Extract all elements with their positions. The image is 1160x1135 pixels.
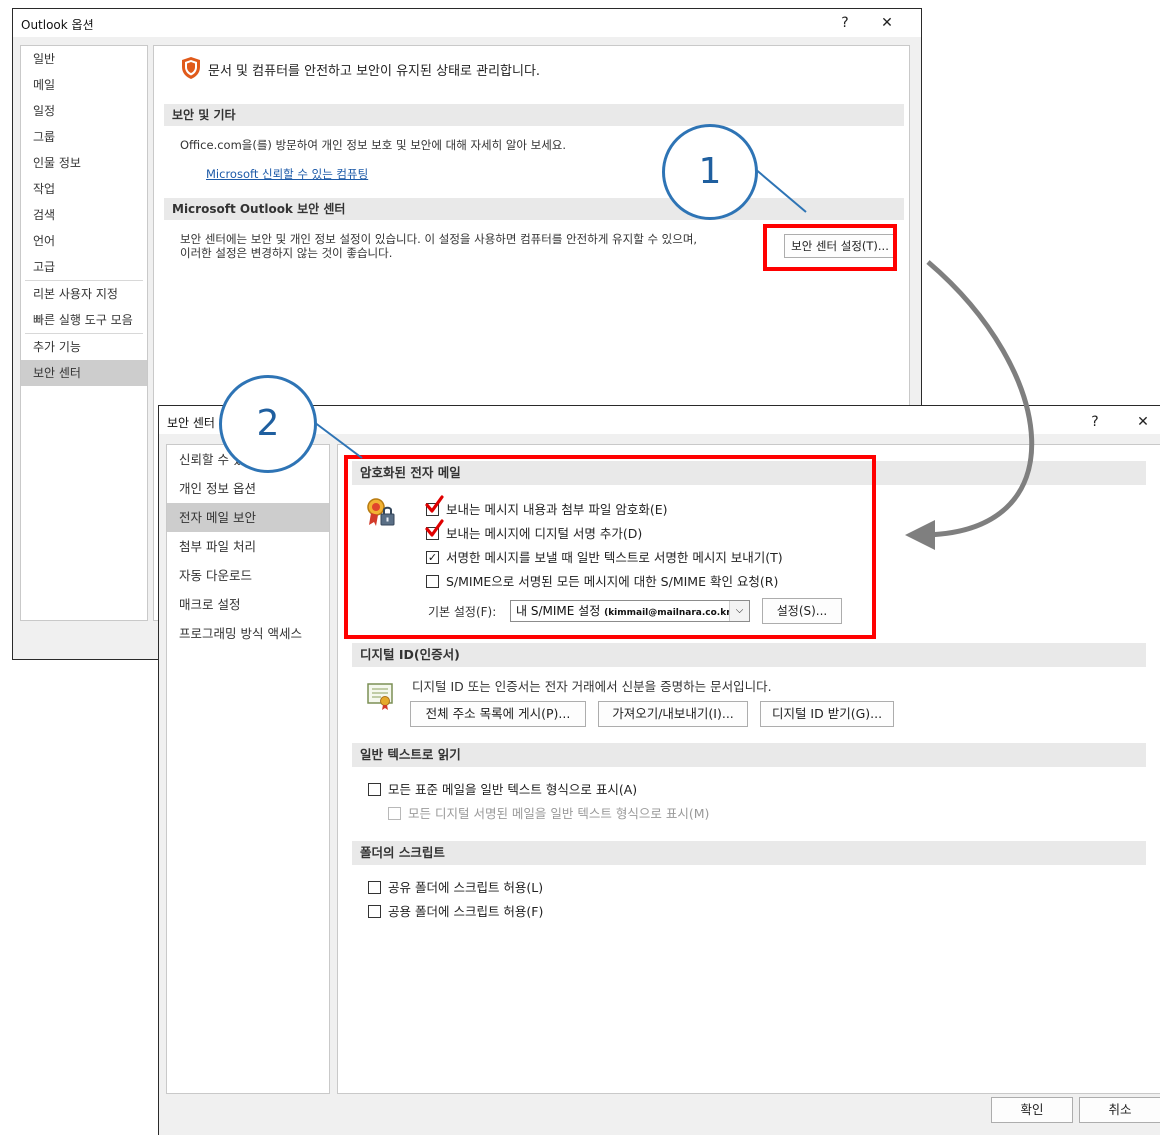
certificate-icon	[367, 683, 393, 710]
shared-folder-script-checkbox[interactable]	[368, 881, 381, 894]
nav-item-email-security[interactable]: 전자 메일 보안	[167, 503, 329, 532]
office-info-text: Office.com을(를) 방문하여 개인 정보 보호 및 보안에 대해 자세…	[180, 138, 567, 152]
nav-item-automatic-download[interactable]: 자동 다운로드	[167, 561, 329, 590]
title-bar: Outlook 옵션 ? ✕	[13, 9, 921, 37]
window-title: 보안 센터	[167, 416, 215, 430]
options-sidebar: 일반 메일 일정 그룹 인물 정보 작업 검색 언어 고급 리본 사용자 지정 …	[20, 45, 148, 621]
shield-icon	[182, 57, 200, 79]
close-button[interactable]: ✕	[1129, 412, 1157, 432]
help-button[interactable]: ?	[1081, 412, 1109, 432]
nav-item-add-ins[interactable]: 추가 기능	[21, 334, 147, 360]
nav-item-groups[interactable]: 그룹	[21, 124, 147, 150]
page-headline: 문서 및 컴퓨터를 안전하고 보안이 유지된 상태로 관리합니다.	[182, 57, 541, 79]
nav-item-calendar[interactable]: 일정	[21, 98, 147, 124]
highlight-box-encrypted-email	[344, 455, 876, 639]
nav-item-search[interactable]: 검색	[21, 202, 147, 228]
nav-item-mail[interactable]: 메일	[21, 72, 147, 98]
trust-center-desc-line1: 보안 센터에는 보안 및 개인 정보 설정이 있습니다. 이 설정을 사용하면 …	[180, 232, 698, 246]
shared-folder-script-label: 공유 폴더에 스크립트 허용(L)	[388, 880, 544, 895]
callout-2: 2	[219, 375, 317, 473]
read-plain-text-checkbox[interactable]	[368, 783, 381, 796]
section-header-security: 보안 및 기타	[164, 104, 904, 126]
read-signed-plain-text-checkbox	[388, 807, 401, 820]
import-export-button[interactable]: 가져오기/내보내기(I)...	[598, 701, 748, 727]
trustworthy-computing-link[interactable]: Microsoft 신뢰할 수 있는 컴퓨팅	[206, 166, 368, 182]
read-plain-text-label: 모든 표준 메일을 일반 텍스트 형식으로 표시(A)	[388, 782, 638, 797]
nav-item-people[interactable]: 인물 정보	[21, 150, 147, 176]
nav-item-macro-settings[interactable]: 매크로 설정	[167, 590, 329, 619]
nav-item-language[interactable]: 언어	[21, 228, 147, 254]
callout-1: 1	[662, 124, 758, 220]
digital-id-desc: 디지털 ID 또는 인증서는 전자 거래에서 신분을 증명하는 문서입니다.	[412, 679, 772, 694]
nav-item-programmatic-access[interactable]: 프로그래밍 방식 액세스	[167, 619, 329, 648]
help-button[interactable]: ?	[831, 13, 859, 33]
nav-item-trust-center[interactable]: 보안 센터	[21, 360, 147, 386]
section-header-plain-text: 일반 텍스트로 읽기	[352, 743, 1146, 767]
trust-center-desc-line2: 이러한 설정은 변경하지 않는 것이 좋습니다.	[180, 246, 393, 260]
public-folder-script-checkbox[interactable]	[368, 905, 381, 918]
nav-item-privacy-options[interactable]: 개인 정보 옵션	[167, 474, 329, 503]
nav-item-general[interactable]: 일반	[21, 46, 147, 72]
read-signed-plain-text-label: 모든 디지털 서명된 메일을 일반 텍스트 형식으로 표시(M)	[408, 806, 710, 821]
nav-item-customize-ribbon[interactable]: 리본 사용자 지정	[21, 281, 147, 307]
ok-button[interactable]: 확인	[991, 1097, 1073, 1123]
trust-center-sidebar: 신뢰할 수 있는 게시자 개인 정보 옵션 전자 메일 보안 첨부 파일 처리 …	[166, 444, 330, 1094]
headline-text: 문서 및 컴퓨터를 안전하고 보안이 유지된 상태로 관리합니다.	[208, 64, 541, 79]
nav-item-tasks[interactable]: 작업	[21, 176, 147, 202]
section-header-trust-center: Microsoft Outlook 보안 센터	[164, 198, 904, 220]
section-header-folder-scripts: 폴더의 스크립트	[352, 841, 1146, 865]
nav-item-advanced[interactable]: 고급	[21, 254, 147, 280]
highlight-box-settings-button	[763, 224, 897, 271]
public-folder-script-label: 공용 폴더에 스크립트 허용(F)	[388, 904, 544, 919]
section-header-digital-id: 디지털 ID(인증서)	[352, 643, 1146, 667]
close-button[interactable]: ✕	[873, 13, 901, 33]
publish-to-gal-button[interactable]: 전체 주소 목록에 게시(P)...	[410, 701, 586, 727]
window-title: Outlook 옵션	[21, 18, 94, 32]
nav-item-quick-access-toolbar[interactable]: 빠른 실행 도구 모음	[21, 307, 147, 333]
nav-item-attachment-handling[interactable]: 첨부 파일 처리	[167, 532, 329, 561]
cancel-button[interactable]: 취소	[1079, 1097, 1160, 1123]
get-digital-id-button[interactable]: 디지털 ID 받기(G)...	[760, 701, 894, 727]
